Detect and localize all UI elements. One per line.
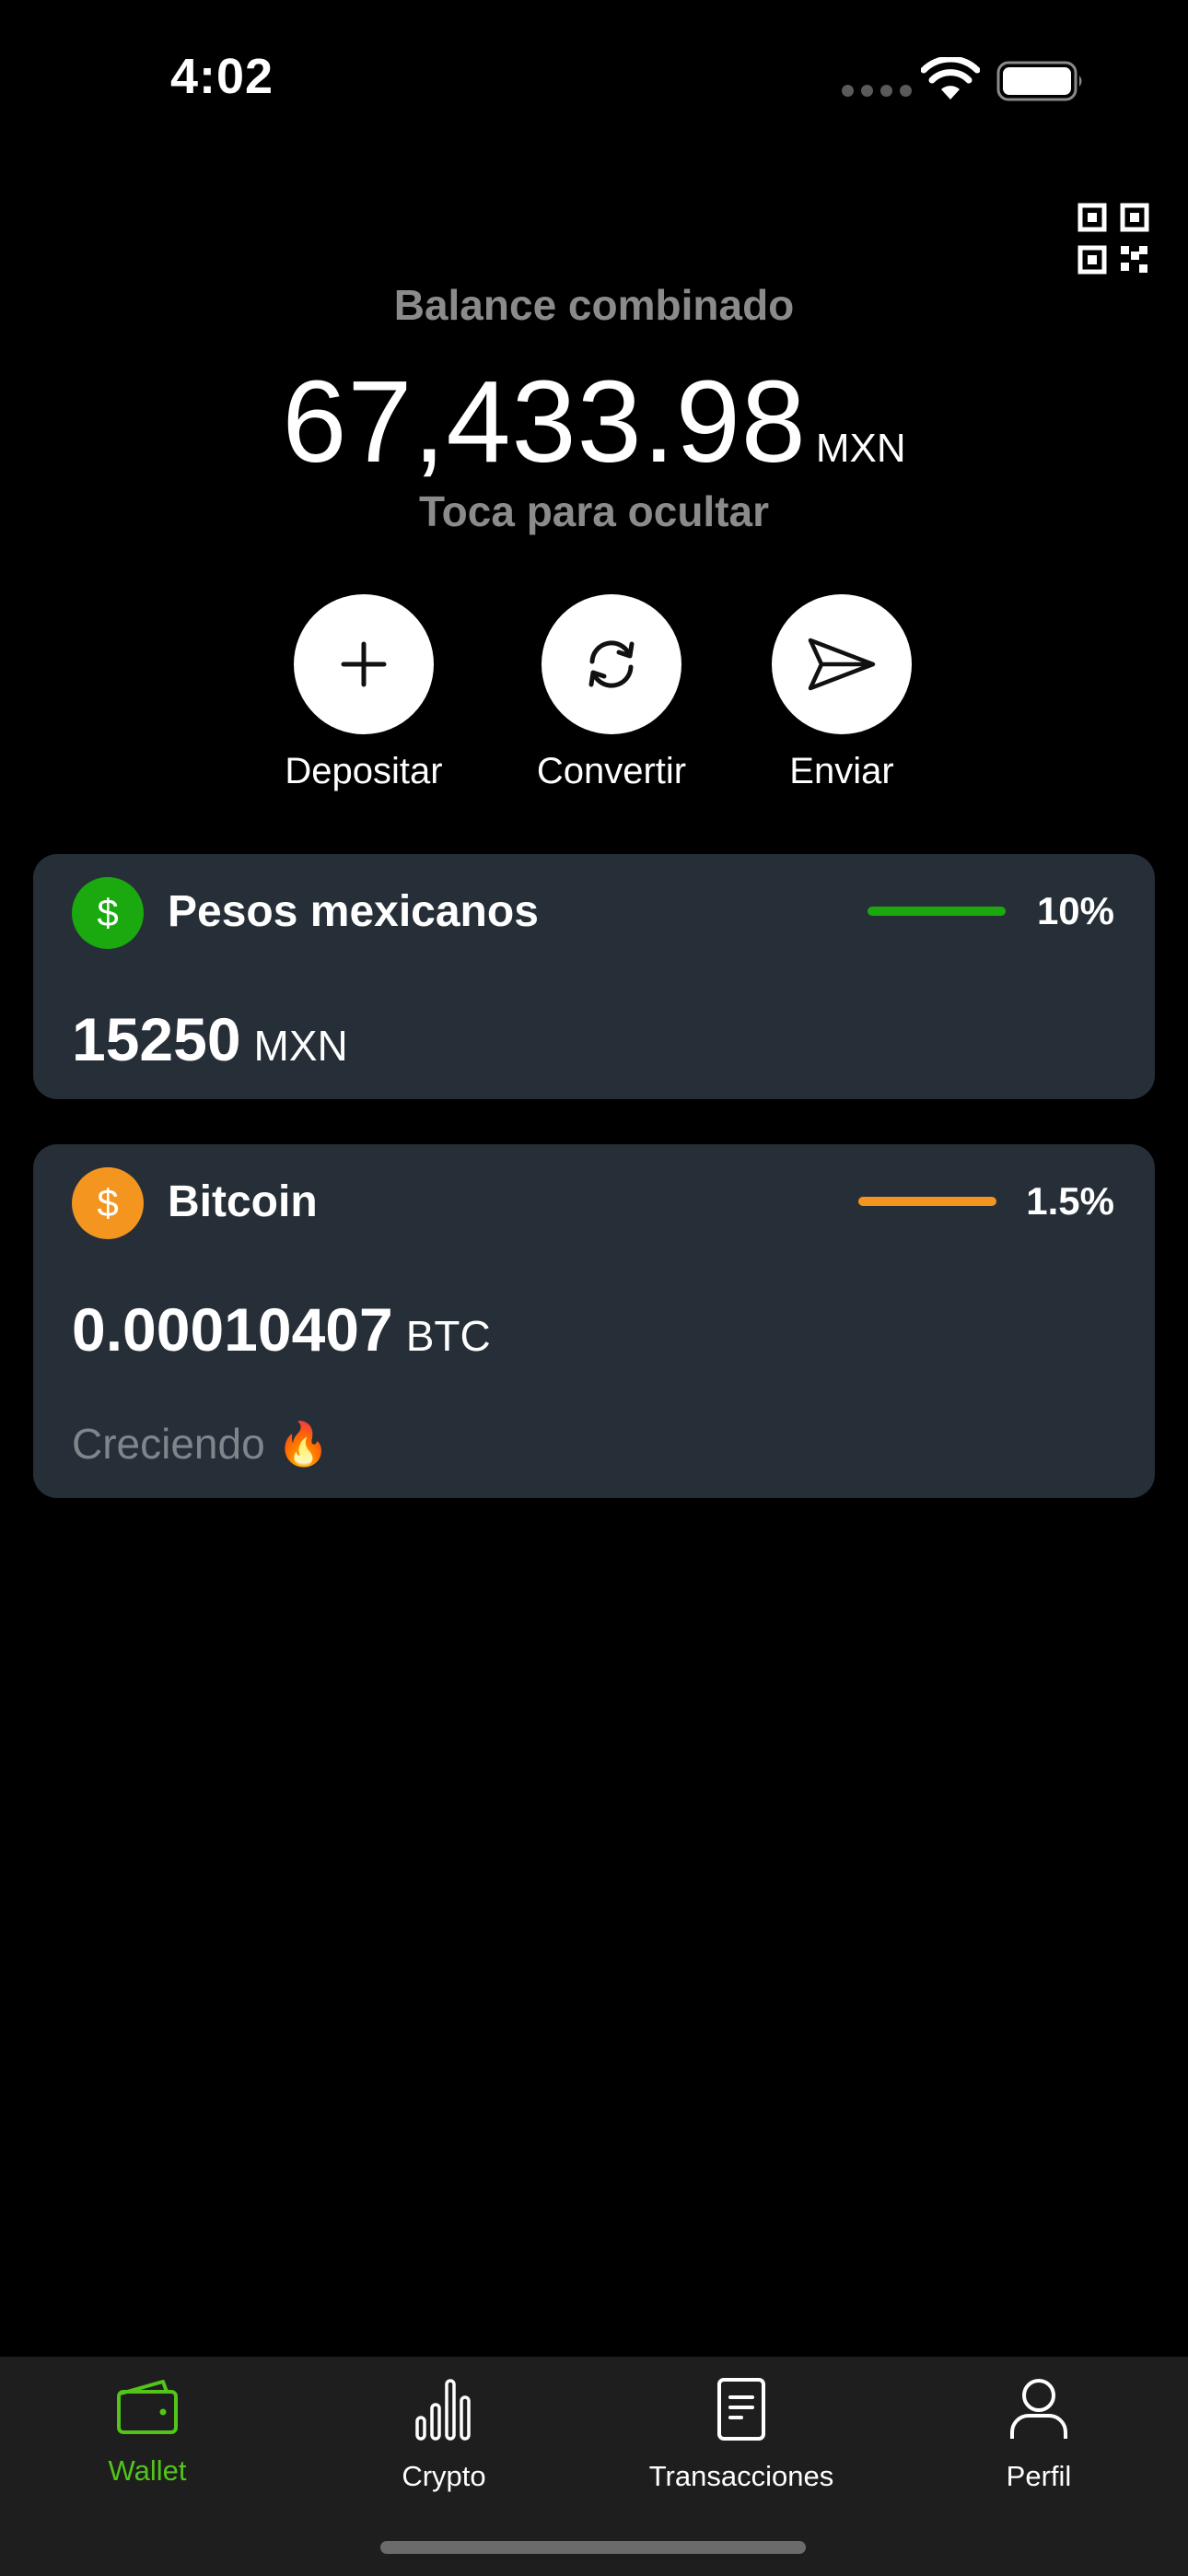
send-icon — [808, 638, 876, 691]
home-indicator[interactable] — [380, 2541, 806, 2554]
account-card-mxn[interactable]: $ Pesos mexicanos 10% 15250 MXN — [33, 854, 1155, 1099]
account-status-note: Creciendo 🔥 — [72, 1420, 330, 1468]
allocation-percent: 1.5% — [1026, 1179, 1114, 1223]
send-label[interactable]: Enviar — [722, 751, 961, 792]
balance-label: Balance combinado — [393, 281, 795, 329]
deposit-button[interactable] — [294, 594, 434, 734]
wallet-icon — [117, 2380, 178, 2434]
tab-label: Transacciones — [648, 2460, 834, 2492]
hide-balance-hint[interactable]: Toca para ocultar — [0, 486, 1188, 536]
qr-code-icon[interactable] — [1077, 203, 1149, 275]
convert-icon — [588, 640, 635, 688]
tab-label: Wallet — [108, 2454, 187, 2487]
convert-circle[interactable] — [542, 594, 681, 734]
account-amount: 0.00010407 — [72, 1295, 393, 1364]
account-name: Bitcoin — [168, 1177, 318, 1226]
battery-icon — [996, 61, 1082, 101]
account-balance: 15250 MXN — [72, 1004, 348, 1074]
account-card-btc[interactable]: $ Bitcoin 1.5% 0.00010407 BTC Creciendo 🔥 — [33, 1144, 1155, 1498]
bitcoin-coin-icon: $ — [72, 1167, 144, 1239]
account-balance: 0.00010407 BTC — [72, 1294, 491, 1364]
account-currency: BTC — [405, 1312, 491, 1360]
cellular-signal-icon — [842, 85, 912, 97]
allocation-bar — [858, 1197, 996, 1206]
person-icon — [1010, 2379, 1067, 2439]
allocation-percent: 10% — [1036, 889, 1114, 932]
chart-bars-icon — [415, 2379, 471, 2441]
send-circle[interactable] — [772, 594, 912, 734]
account-name: Pesos mexicanos — [168, 887, 539, 936]
tab-wallet[interactable]: Wallet — [18, 2377, 276, 2488]
send-button[interactable] — [772, 594, 912, 734]
status-time: 4:02 — [170, 49, 274, 104]
balance-currency: MXN — [815, 426, 906, 471]
tab-label: Perfil — [1006, 2460, 1072, 2492]
balance-value: 67,433.98 — [282, 357, 807, 486]
tab-crypto[interactable]: Crypto — [315, 2377, 573, 2493]
plus-icon — [341, 641, 387, 687]
tab-transacciones[interactable]: Transacciones — [612, 2377, 870, 2493]
dollar-coin-icon: $ — [72, 877, 144, 949]
deposit-circle[interactable] — [294, 594, 434, 734]
tab-label: Crypto — [402, 2460, 486, 2492]
convert-label[interactable]: Convertir — [492, 751, 731, 792]
account-currency: MXN — [253, 1022, 348, 1070]
allocation-bar — [868, 907, 1006, 916]
balance-display[interactable]: 67,433.98 MXN — [0, 355, 1188, 488]
document-icon — [717, 2378, 765, 2441]
wifi-icon — [921, 57, 980, 100]
account-amount: 15250 — [72, 1005, 241, 1073]
tab-perfil[interactable]: Perfil — [910, 2377, 1168, 2493]
convert-button[interactable] — [542, 594, 681, 734]
deposit-label[interactable]: Depositar — [244, 751, 483, 792]
